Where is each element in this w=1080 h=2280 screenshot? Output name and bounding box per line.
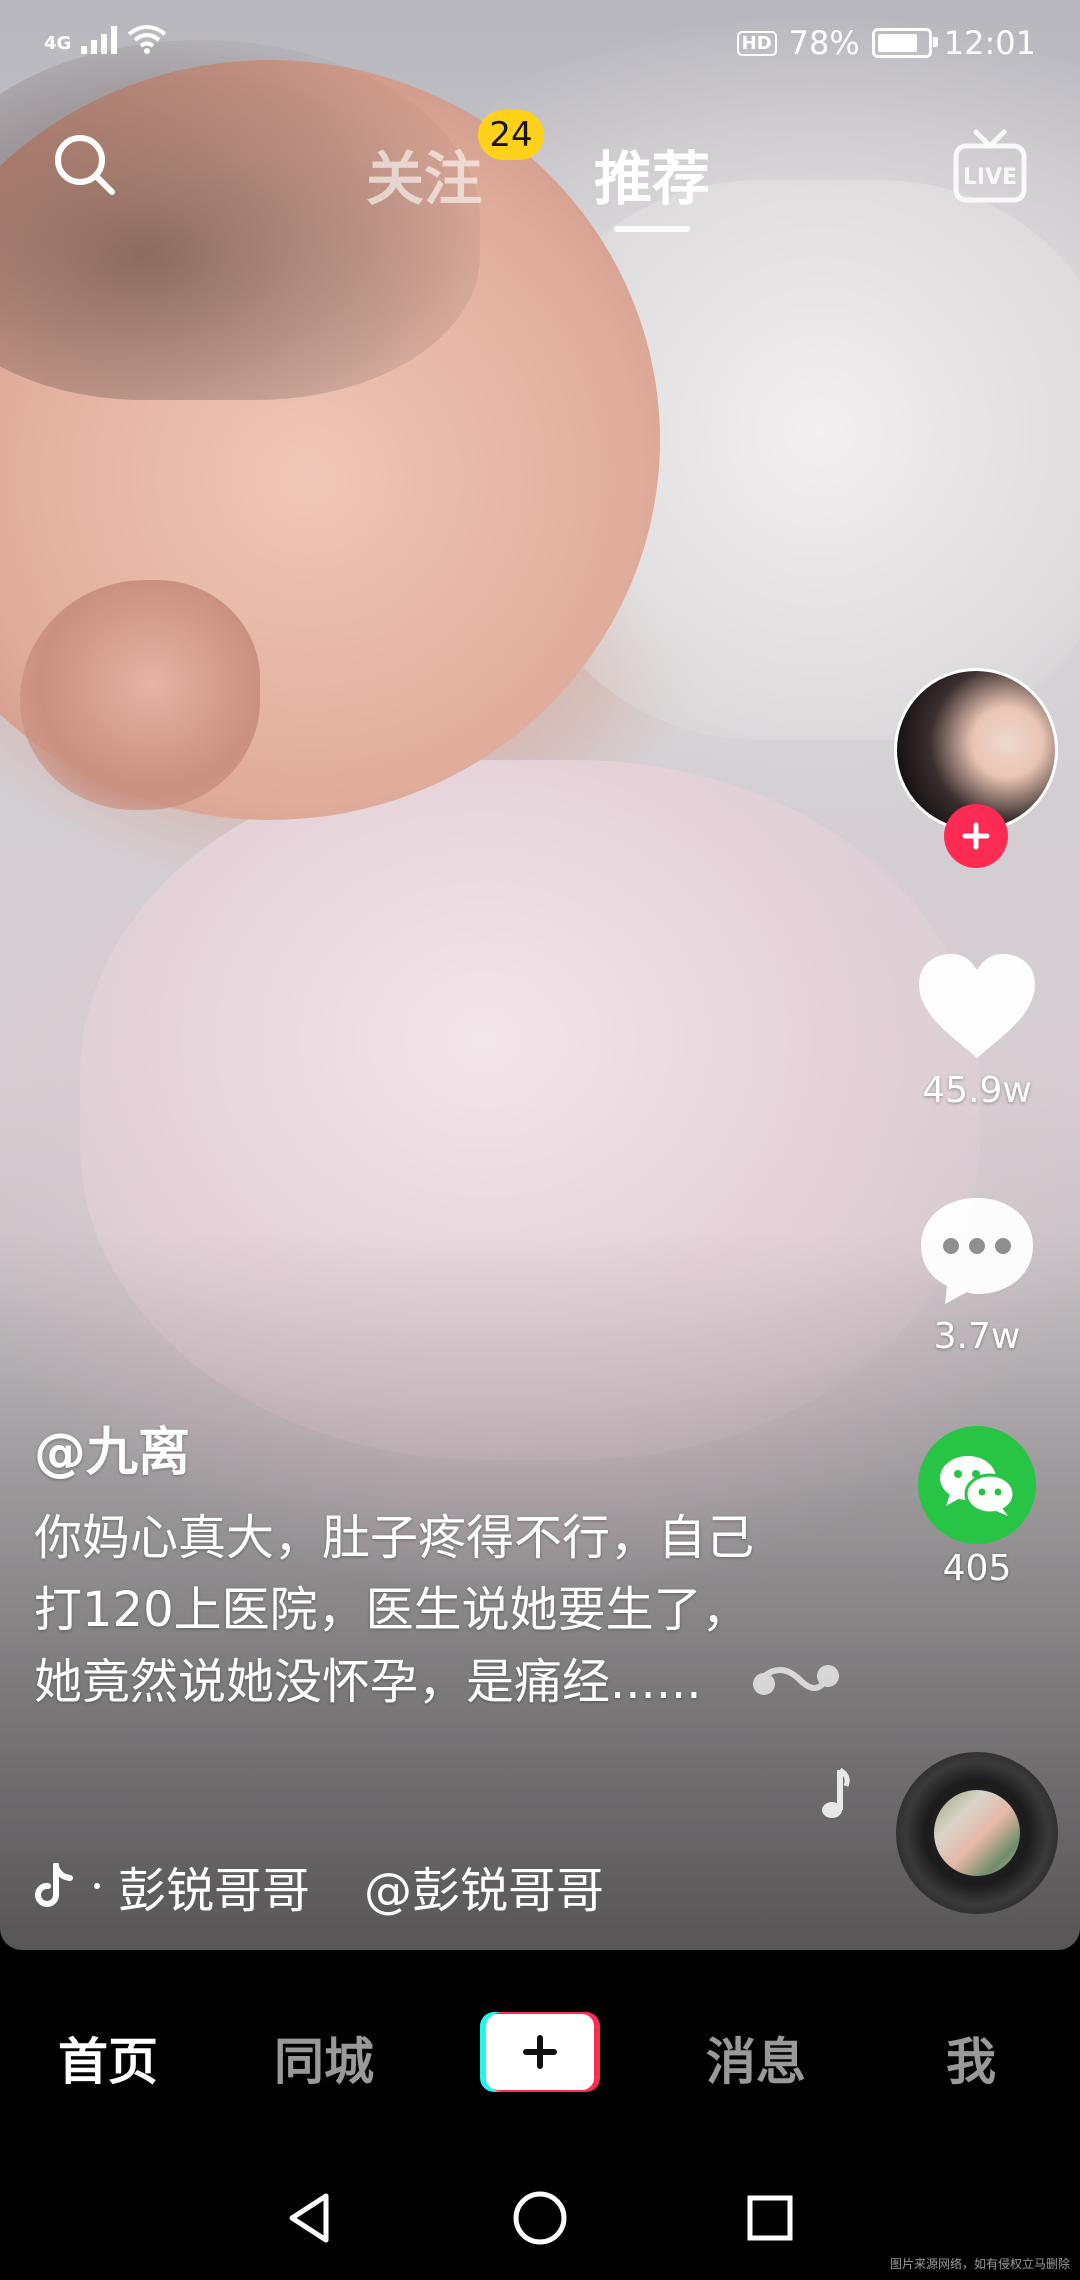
- music-separator-dot: [94, 1883, 100, 1889]
- like-action[interactable]: 45.9w: [900, 950, 1054, 1111]
- battery-icon: [871, 28, 938, 58]
- tiktok-note-icon: [35, 1863, 73, 1907]
- bottom-nav: 首页 同城 消息 我: [0, 1960, 1080, 2140]
- network-type: 4G: [44, 33, 72, 54]
- watermark-text: 图片来源网络，如有侵权立马删除: [889, 2257, 1070, 2271]
- recents-icon[interactable]: [740, 2188, 800, 2248]
- tab-recommend[interactable]: 推荐: [594, 132, 710, 216]
- video-caption[interactable]: 你妈心真大，肚子疼得不行，自己打120上医院，医生说她要生了，她竟然说她没怀孕，…: [34, 1502, 754, 1718]
- plus-icon: [962, 822, 990, 850]
- wechat-icon: [940, 1456, 1016, 1516]
- nav-messages[interactable]: 消息: [706, 2022, 806, 2094]
- live-button[interactable]: LIVE: [950, 126, 1030, 212]
- wechat-share-button[interactable]: [918, 1426, 1036, 1544]
- share-action[interactable]: 405: [900, 1426, 1054, 1589]
- clock: 12:01: [943, 24, 1036, 62]
- creator-avatar-button[interactable]: [894, 668, 1058, 868]
- battery-percent: 78%: [788, 24, 860, 62]
- comment-icon[interactable]: [915, 1192, 1039, 1308]
- comment-count: 3.7w: [933, 1316, 1021, 1357]
- create-video-button[interactable]: [480, 2012, 600, 2092]
- status-left: 4G: [44, 24, 167, 54]
- music-author[interactable]: @彭锐哥哥: [364, 1851, 604, 1921]
- follow-count-badge: 24: [478, 110, 544, 160]
- creator-username[interactable]: @九离: [34, 1410, 190, 1485]
- tab-follow[interactable]: 关注: [366, 132, 482, 216]
- hd-badge: HD: [736, 30, 777, 56]
- music-disc-button[interactable]: [896, 1752, 1058, 1914]
- heart-icon[interactable]: [915, 950, 1039, 1062]
- video-bg-ear: [20, 580, 260, 810]
- live-label: LIVE: [963, 165, 1017, 190]
- back-icon[interactable]: [280, 2188, 340, 2248]
- active-tab-indicator: [614, 226, 690, 232]
- share-count: 405: [942, 1548, 1012, 1589]
- music-info[interactable]: 彭锐哥哥 @彭锐哥哥: [34, 1851, 604, 1921]
- wifi-icon: [128, 25, 167, 54]
- search-button[interactable]: [50, 130, 130, 210]
- plus-icon: [523, 2035, 557, 2069]
- nav-nearby[interactable]: 同城: [274, 2022, 374, 2094]
- search-icon: [55, 135, 115, 195]
- follow-plus-button[interactable]: [944, 804, 1008, 868]
- comment-action[interactable]: 3.7w: [900, 1192, 1054, 1357]
- status-bar: 4G HD 78% 12:01: [0, 0, 1080, 92]
- like-count: 45.9w: [922, 1070, 1032, 1111]
- music-title[interactable]: 彭锐哥哥: [118, 1851, 310, 1921]
- home-circle-icon[interactable]: [510, 2188, 570, 2248]
- status-right: HD 78% 12:01: [736, 24, 1036, 62]
- system-nav-bar: 图片来源网络，如有侵权立马删除: [0, 2160, 1080, 2280]
- music-cover: [934, 1790, 1020, 1876]
- music-notes-icon: [753, 1665, 850, 1818]
- signal-icon: [81, 24, 118, 54]
- nav-home[interactable]: 首页: [58, 2022, 158, 2094]
- top-nav: 关注 24 推荐 LIVE: [0, 110, 1080, 250]
- live-tv-icon: LIVE: [953, 129, 1027, 203]
- nav-me[interactable]: 我: [946, 2022, 996, 2094]
